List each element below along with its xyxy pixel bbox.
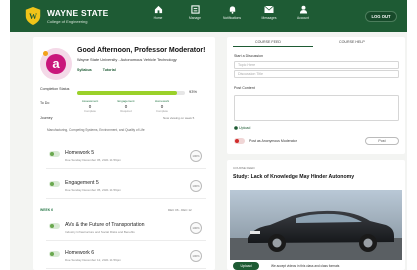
item-date: Due Sunday December 12, 2021 11:59pm — [65, 258, 121, 262]
avatar-letter: a — [46, 54, 66, 74]
module-description: Manufacturing, Competing Systems, Enviro… — [47, 128, 145, 132]
manage-icon — [190, 5, 200, 14]
list-item[interactable]: Homework 5 Due Sunday December 05, 2021 … — [46, 147, 206, 169]
nav-notifications-label: Notifications — [223, 16, 241, 20]
logo-subtitle: College of Engineering — [47, 19, 88, 24]
tab-course-feed[interactable]: COURSE FEED — [255, 40, 281, 44]
course-feed-post: COURSE FEED Study: Lack of Knowledge May… — [227, 160, 405, 270]
tab-course-help[interactable]: COURSE HELP — [339, 40, 365, 44]
nav-manage-label: Manage — [189, 16, 201, 20]
logo-title: WAYNE STATE — [47, 8, 109, 18]
post-button[interactable]: Post — [365, 137, 399, 145]
week-label: WEEK 6 — [40, 208, 53, 212]
discussion-title-input[interactable]: Discussion Title — [234, 70, 399, 78]
item-title: AVs & the Future of Transportation — [65, 222, 145, 228]
feed-upload-button[interactable]: Upload — [233, 262, 259, 270]
logout-button[interactable]: LOG OUT — [365, 11, 397, 22]
completion-label: Completion Status — [40, 87, 70, 91]
item-progress-badge: 100% — [190, 250, 202, 262]
course-journey-panel: a Good Afternoon, Professor Moderator! W… — [33, 37, 215, 270]
topic-input[interactable]: Topic Here — [234, 61, 399, 69]
stat-sub: Required — [120, 109, 132, 113]
list-item[interactable]: AVs & the Future of Transportation Indus… — [46, 219, 206, 241]
stat-sub: Complete — [156, 109, 168, 113]
item-progress-badge: 100% — [190, 150, 202, 162]
journey-week-note: Now viewing on week 5 — [163, 116, 195, 120]
active-tab-indicator — [233, 46, 313, 47]
stat-engagement[interactable]: Engagement 0 Required — [113, 99, 139, 113]
stat-assessment[interactable]: Assessment 0 Complete — [77, 99, 103, 113]
wayne-state-logo-icon: W — [25, 7, 41, 25]
journey-label: Journey — [40, 116, 53, 120]
item-date: Industry Infrastructure and Social Risks… — [65, 230, 135, 234]
item-title: Homework 6 — [65, 250, 95, 256]
item-toggle[interactable] — [49, 151, 60, 157]
nav-messages[interactable]: Messages — [254, 5, 284, 29]
stat-name: Engagement — [117, 99, 135, 103]
nav-messages-label: Messages — [261, 16, 277, 20]
upload-label: Upload — [239, 126, 251, 130]
nav-notifications[interactable]: Notifications — [217, 5, 247, 29]
completion-percent: 93% — [189, 89, 198, 94]
item-title: Engagement 5 — [65, 180, 99, 186]
stat-homework[interactable]: Homework 0 Complete — [149, 99, 175, 113]
item-date: Due Sunday December 05, 2021 11:59pm — [65, 158, 121, 162]
feed-post-title: Study: Lack of Knowledge May Hinder Auto… — [233, 174, 355, 180]
top-nav-bar: W WAYNE STATE College of Engineering Hom… — [10, 0, 407, 32]
nav-home[interactable]: Home — [143, 5, 173, 29]
list-item[interactable]: Engagement 5 Due Sunday December 05, 202… — [46, 177, 206, 199]
item-progress-badge: 100% — [190, 222, 202, 234]
completion-progress-fill — [77, 91, 178, 95]
feed-post-tag: COURSE FEED — [233, 166, 255, 170]
car-photo — [230, 190, 402, 260]
greeting-heading: Good Afternoon, Professor Moderator! — [77, 47, 206, 54]
item-date: Due Sunday December 05, 2021 11:59pm — [65, 188, 121, 192]
upload-link[interactable]: Upload — [234, 126, 250, 130]
todo-label: To Do — [40, 101, 50, 105]
nav-account[interactable]: Account — [288, 5, 318, 29]
stat-name: Homework — [154, 99, 170, 103]
nav-account-label: Account — [297, 16, 309, 20]
item-toggle[interactable] — [49, 251, 60, 257]
discussion-composer: COURSE FEED COURSE HELP Start a Discussi… — [227, 37, 405, 154]
svg-text:W: W — [29, 12, 37, 21]
nav-home-label: Home — [153, 16, 163, 20]
syllabus-link[interactable]: Syllabus — [77, 68, 92, 72]
week-range: DEC 06 - DEC 12 — [168, 208, 192, 212]
tutorial-link[interactable]: Tutorial — [103, 68, 116, 72]
start-discussion-label: Start a Discussion — [234, 54, 263, 58]
university-course-text: Wayne State University - Autonomous Vehi… — [77, 57, 177, 62]
bell-icon — [229, 6, 235, 14]
anonymous-toggle[interactable] — [234, 138, 245, 144]
post-content-label: Post Content — [234, 86, 255, 90]
home-icon — [154, 5, 162, 14]
item-title: Homework 5 — [65, 150, 95, 156]
nav-manage[interactable]: Manage — [180, 5, 210, 29]
app-window: W WAYNE STATE College of Engineering Hom… — [10, 0, 407, 270]
item-toggle[interactable] — [49, 181, 60, 187]
mail-icon — [264, 5, 274, 13]
completion-progress-bar — [77, 91, 185, 95]
feed-upload-note: We accept videos in this class and class… — [271, 264, 340, 268]
post-content-textarea[interactable] — [234, 95, 399, 121]
stat-name: Assessment — [81, 99, 99, 103]
profile-links: Syllabus Tutorial — [77, 68, 126, 72]
feed-upload-label: Upload — [240, 264, 252, 268]
upload-icon — [234, 126, 238, 130]
stat-sub: Complete — [84, 109, 96, 113]
list-item[interactable]: Homework 6 Due Sunday December 12, 2021 … — [46, 247, 206, 269]
item-progress-badge: 100% — [190, 180, 202, 192]
avatar-status-dot — [43, 51, 48, 56]
anonymous-label: Post as Anonymous Moderator — [249, 139, 297, 143]
account-icon — [299, 5, 307, 14]
item-toggle[interactable] — [49, 223, 60, 229]
